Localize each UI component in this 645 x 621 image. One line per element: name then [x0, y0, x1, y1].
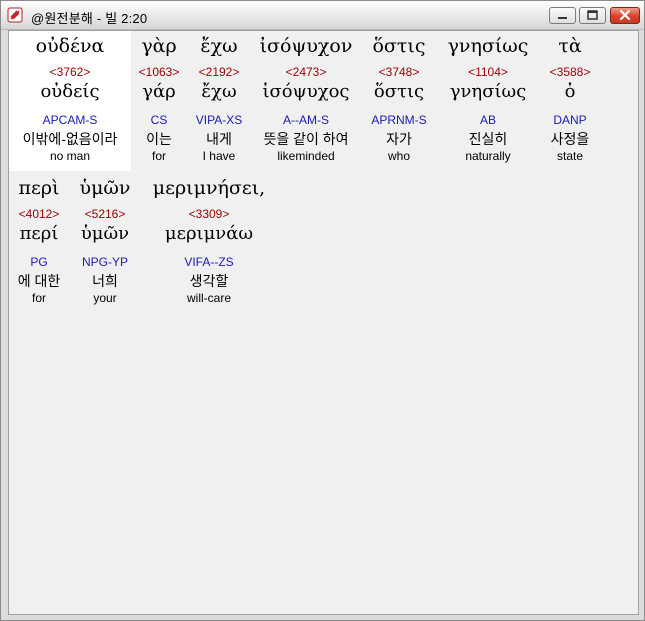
word-group[interactable]: ὅστις <3748> ὅστις APRNM-S 자가 who	[361, 31, 437, 171]
lexical-form: μεριμνάω	[164, 223, 254, 244]
english-gloss: no man	[49, 149, 91, 163]
morphology-code: CS	[150, 113, 168, 127]
english-gloss: state	[556, 149, 583, 163]
title-bar[interactable]: @원전분해 - 빌 2:20	[1, 1, 644, 30]
lexical-form: οὐδείς	[40, 81, 100, 102]
greek-word: περὶ	[18, 177, 60, 199]
greek-word: ὅστις	[372, 35, 426, 57]
greek-word: οὐδένα	[35, 35, 105, 57]
korean-gloss: 내게	[206, 131, 232, 147]
lexical-form: ἔχω	[201, 81, 237, 102]
korean-gloss: 생각할	[189, 273, 229, 289]
korean-gloss: 사정을	[550, 131, 590, 147]
minimize-icon	[558, 17, 567, 19]
morphology-code: NPG-YP	[81, 255, 128, 269]
strongs-number: <3588>	[549, 65, 591, 79]
strongs-number: <4012>	[18, 207, 60, 221]
greek-word: ὑμῶν	[79, 177, 131, 199]
morphology-code: VIPA-XS	[195, 113, 243, 127]
morphology-code: AB	[479, 113, 496, 127]
morphology-code: A--AM-S	[283, 113, 329, 127]
lexical-form: γάρ	[142, 81, 176, 102]
morphology-code: DANP	[553, 113, 587, 127]
window-title: @원전분해 - 빌 2:20	[31, 11, 148, 26]
english-gloss: I have	[202, 149, 236, 163]
greek-word: ἰσόψυχον	[259, 35, 353, 57]
minimize-button[interactable]	[549, 7, 576, 24]
greek-word: γνησίως	[447, 35, 529, 57]
greek-word: μεριμνήσει,	[152, 177, 266, 199]
word-group[interactable]: γὰρ <1063> γάρ CS 이는 for	[131, 31, 187, 171]
strongs-number: <1063>	[138, 65, 180, 79]
lexical-form: περί	[19, 223, 59, 244]
app-icon	[7, 7, 23, 23]
strongs-number: <3309>	[188, 207, 230, 221]
interlinear-view[interactable]: οὐδένα <3762> οὐδείς APCAM-S 이밖에-없음이라 no…	[8, 30, 639, 615]
english-gloss: for	[31, 291, 46, 305]
korean-gloss: 진실히	[468, 131, 508, 147]
english-gloss: who	[387, 149, 410, 163]
lexical-form: γνησίως	[449, 81, 527, 102]
maximize-button[interactable]	[579, 7, 606, 24]
lexical-form: ὅστις	[373, 81, 425, 102]
strongs-number: <1104>	[468, 65, 508, 79]
english-gloss: will-care	[186, 291, 231, 305]
korean-gloss: 에 대한	[17, 273, 61, 289]
maximize-icon	[587, 10, 598, 20]
english-gloss: your	[93, 291, 117, 305]
close-icon	[619, 9, 631, 21]
korean-gloss: 너희	[92, 273, 118, 289]
morphology-code: APRNM-S	[371, 113, 427, 127]
word-group[interactable]: ἔχω <2192> ἔχω VIPA-XS 내게 I have	[187, 31, 251, 171]
morphology-code: PG	[30, 255, 48, 269]
word-group[interactable]: περὶ <4012> περί PG 에 대한 for	[9, 173, 69, 313]
greek-word: ἔχω	[200, 35, 238, 57]
morphology-code: APCAM-S	[42, 113, 98, 127]
word-group[interactable]: γνησίως <1104> γνησίως AB 진실히 naturally	[437, 31, 539, 171]
app-window: @원전분해 - 빌 2:20 οὐδένα <3762> οὐδείς APCA…	[0, 0, 645, 621]
word-group[interactable]: οὐδένα <3762> οὐδείς APCAM-S 이밖에-없음이라 no…	[9, 31, 131, 171]
korean-gloss: 자가	[386, 131, 412, 147]
lexical-form: ὑμῶν	[80, 223, 130, 244]
lexical-form: ἰσόψυχος	[262, 81, 350, 102]
word-group[interactable]: τὰ <3588> ὁ DANP 사정을 state	[539, 31, 601, 171]
greek-word: τὰ	[558, 35, 582, 57]
korean-gloss: 이는	[146, 131, 172, 147]
word-group[interactable]: ὑμῶν <5216> ὑμῶν NPG-YP 너희 your	[69, 173, 141, 313]
strongs-number: <3762>	[49, 65, 91, 79]
word-group[interactable]: μεριμνήσει, <3309> μεριμνάω VIFA--ZS 생각할…	[141, 173, 277, 313]
strongs-number: <3748>	[378, 65, 420, 79]
strongs-number: <2473>	[285, 65, 327, 79]
lexical-form: ὁ	[564, 81, 576, 102]
morphology-code: VIFA--ZS	[184, 255, 234, 269]
korean-gloss: 뜻을 같이 하여	[263, 131, 349, 147]
english-gloss: likeminded	[277, 149, 335, 163]
greek-word: γὰρ	[141, 35, 177, 57]
strongs-number: <2192>	[198, 65, 240, 79]
english-gloss: for	[151, 149, 166, 163]
strongs-number: <5216>	[84, 207, 126, 221]
close-button[interactable]	[610, 7, 640, 24]
word-group[interactable]: ἰσόψυχον <2473> ἰσόψυχος A--AM-S 뜻을 같이 하…	[251, 31, 361, 171]
korean-gloss: 이밖에-없음이라	[22, 131, 118, 147]
english-gloss: naturally	[465, 149, 511, 163]
